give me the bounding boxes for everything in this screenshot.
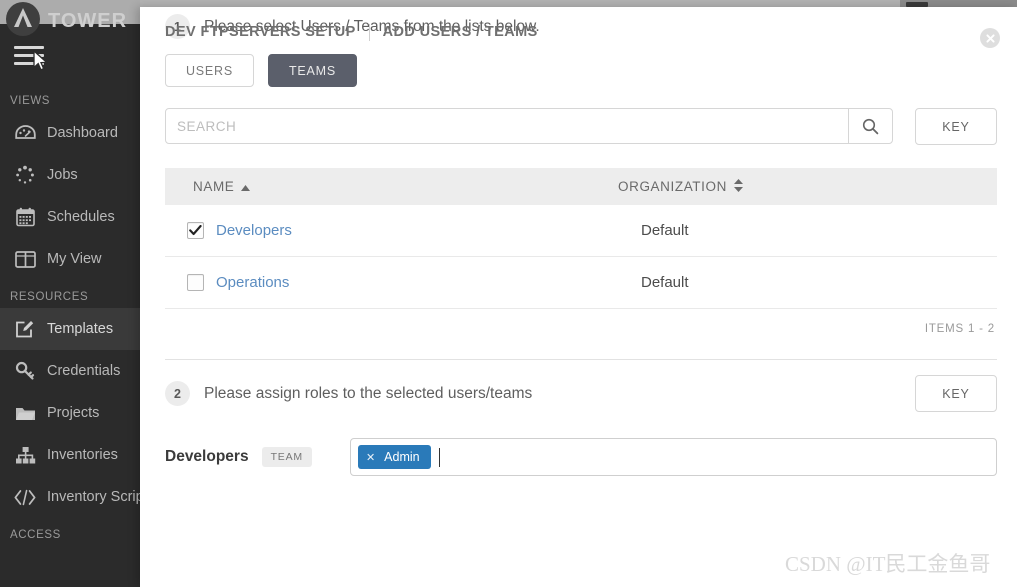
- modal-header: DEV FTPSERVERS SETUP ADD USERS / TEAMS: [140, 7, 1017, 57]
- sidebar-item-label: My View: [47, 251, 102, 267]
- search-magnifier-icon[interactable]: [848, 109, 892, 143]
- sidebar-item-label: Projects: [47, 405, 100, 421]
- key-icon: [12, 359, 38, 383]
- search-field-wrapper: [165, 108, 893, 144]
- sidebar: TOWER VIEWS Dashboard Jobs Schedules My …: [0, 0, 140, 587]
- role-assignment-row: Developers TEAM ✕ Admin: [140, 438, 1017, 476]
- sidebar-item-schedules[interactable]: Schedules: [0, 196, 140, 238]
- calendar-icon: [12, 205, 38, 229]
- row-name-link[interactable]: Developers: [216, 222, 641, 239]
- templates-pencil-icon: [12, 317, 38, 341]
- row-checkbox-developers[interactable]: [187, 222, 204, 239]
- sort-both-icon: [733, 178, 743, 195]
- key-button-step1[interactable]: KEY: [915, 108, 997, 145]
- text-caret: [438, 447, 440, 467]
- app-root: TOWER VIEWS Dashboard Jobs Schedules My …: [0, 0, 1017, 587]
- sidebar-item-label: Inventories: [47, 447, 118, 463]
- sidebar-item-label: Jobs: [47, 167, 78, 183]
- sidebar-item-templates[interactable]: Templates: [0, 308, 140, 350]
- table-row[interactable]: Operations Default: [165, 257, 997, 309]
- sidebar-brand-header[interactable]: TOWER: [0, 0, 140, 36]
- column-header-name[interactable]: NAME: [193, 179, 618, 194]
- sidebar-item-projects[interactable]: Projects: [0, 392, 140, 434]
- brand-name: TOWER: [48, 10, 128, 32]
- sidebar-section-views: VIEWS: [10, 95, 51, 107]
- sidebar-item-label: Inventory Scripts: [47, 489, 140, 505]
- role-select-field[interactable]: ✕ Admin: [349, 438, 997, 476]
- assignment-name: Developers: [165, 448, 249, 465]
- teams-table: NAME ORGANIZATION Developers Default Ope…: [165, 168, 997, 335]
- chip-remove-x-icon[interactable]: ✕: [366, 451, 375, 464]
- users-toggle-button[interactable]: USERS: [165, 54, 254, 87]
- jobs-spinner-icon: [12, 163, 38, 187]
- sidebar-item-label: Schedules: [47, 209, 115, 225]
- modal-title-secondary: ADD USERS / TEAMS: [382, 24, 538, 40]
- row-checkbox-operations[interactable]: [187, 274, 204, 291]
- sidebar-section-resources: RESOURCES: [10, 291, 89, 303]
- step-2-row: 2 Please assign roles to the selected us…: [140, 375, 1017, 412]
- sidebar-item-my-view[interactable]: My View: [0, 238, 140, 280]
- step-2-number: 2: [165, 381, 190, 406]
- items-count-label: ITEMS 1 - 2: [924, 323, 995, 335]
- modal-title-separator: [368, 23, 370, 41]
- row-organization: Default: [641, 274, 689, 291]
- column-header-name-label: NAME: [193, 179, 235, 194]
- column-header-organization-label: ORGANIZATION: [618, 179, 727, 194]
- teams-toggle-button[interactable]: TEAMS: [268, 54, 357, 87]
- key-button-step2[interactable]: KEY: [915, 375, 997, 412]
- modal-title-primary: DEV FTPSERVERS SETUP: [165, 24, 356, 40]
- inventories-sitemap-icon: [12, 443, 38, 467]
- step-2-text: Please assign roles to the selected user…: [204, 384, 533, 402]
- column-header-organization[interactable]: ORGANIZATION: [618, 178, 743, 195]
- table-header-row: NAME ORGANIZATION: [165, 168, 997, 205]
- my-view-panels-icon: [12, 247, 38, 271]
- sidebar-item-dashboard[interactable]: Dashboard: [0, 112, 140, 154]
- sidebar-item-label: Credentials: [47, 363, 121, 379]
- assignment-type-badge: TEAM: [261, 447, 312, 467]
- sort-ascending-icon: [241, 179, 251, 194]
- sidebar-item-label: Dashboard: [47, 125, 118, 141]
- hamburger-menu-icon[interactable]: [14, 46, 46, 70]
- add-users-teams-modal: DEV FTPSERVERS SETUP ADD USERS / TEAMS 1…: [140, 7, 1017, 587]
- search-row: KEY: [140, 108, 1017, 145]
- close-x-icon[interactable]: [980, 28, 1000, 48]
- folder-icon: [12, 401, 38, 425]
- sidebar-item-jobs[interactable]: Jobs: [0, 154, 140, 196]
- search-input[interactable]: [166, 109, 848, 143]
- dashboard-gauge-icon: [12, 121, 38, 145]
- sidebar-item-label: Templates: [47, 321, 114, 337]
- role-chip-label: Admin: [384, 450, 420, 464]
- users-teams-toggle-group: USERS TEAMS: [140, 54, 1017, 87]
- sidebar-item-inventories[interactable]: Inventories: [0, 434, 140, 476]
- sidebar-item-inventory-scripts[interactable]: Inventory Scripts: [0, 476, 140, 518]
- ansible-logo-icon: [6, 2, 40, 36]
- sidebar-section-access: ACCESS: [10, 529, 61, 541]
- sidebar-item-credentials[interactable]: Credentials: [0, 350, 140, 392]
- row-organization: Default: [641, 222, 689, 239]
- row-name-link[interactable]: Operations: [216, 274, 641, 291]
- code-brackets-icon: [12, 485, 38, 509]
- section-divider: [165, 359, 997, 360]
- table-row[interactable]: Developers Default: [165, 205, 997, 257]
- role-chip-admin[interactable]: ✕ Admin: [357, 445, 431, 469]
